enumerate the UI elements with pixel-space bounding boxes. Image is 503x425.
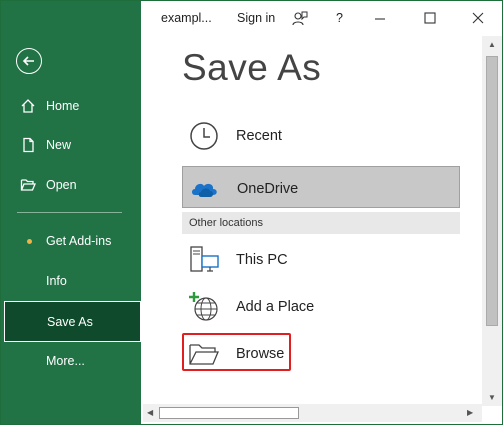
add-globe-icon <box>189 292 218 321</box>
sidebar-item-new[interactable]: New <box>1 125 141 165</box>
file-name: exampl... <box>161 11 212 25</box>
save-as-pane: exampl... Sign in ? Save As Recent OneDr… <box>141 1 502 424</box>
computer-icon <box>190 246 219 272</box>
sidebar-item-label: Save As <box>47 315 93 329</box>
help-icon[interactable]: ? <box>336 11 343 25</box>
people-help-icon[interactable] <box>291 10 309 28</box>
location-onedrive[interactable]: OneDrive <box>182 166 460 208</box>
vertical-scroll-thumb[interactable] <box>486 56 498 326</box>
sidebar-item-home[interactable]: Home <box>1 86 141 126</box>
sign-in-link[interactable]: Sign in <box>237 11 275 25</box>
location-label: This PC <box>236 252 288 268</box>
scroll-left-icon[interactable]: ◀ <box>147 408 153 417</box>
back-button[interactable] <box>16 48 42 74</box>
sidebar-item-label: Info <box>46 274 67 288</box>
sidebar-item-info[interactable]: Info <box>1 261 141 301</box>
location-label: Add a Place <box>236 299 315 315</box>
horizontal-scroll-thumb[interactable] <box>159 407 299 419</box>
page-title: Save As <box>182 47 322 88</box>
scroll-down-icon[interactable]: ▼ <box>488 393 496 402</box>
browse-highlight <box>182 333 291 371</box>
sidebar-item-label: Home <box>46 99 80 113</box>
sidebar-divider <box>17 212 122 213</box>
location-this-pc[interactable]: This PC <box>182 238 460 280</box>
minimize-icon[interactable] <box>374 13 386 25</box>
sidebar-item-get-add-ins[interactable]: Get Add-ins <box>1 221 141 261</box>
new-document-icon <box>23 137 34 153</box>
sidebar-item-label: Open <box>46 178 77 192</box>
backstage-sidebar: Home New Open Get Add-ins Info Save As M… <box>1 1 141 424</box>
maximize-icon[interactable] <box>424 12 436 24</box>
close-icon[interactable] <box>472 12 484 24</box>
location-label: OneDrive <box>237 181 299 197</box>
location-label: Recent <box>236 128 282 144</box>
sidebar-item-label: Get Add-ins <box>46 234 112 248</box>
dot-icon <box>27 239 32 244</box>
home-icon <box>21 99 35 113</box>
sidebar-item-label: More... <box>46 354 85 368</box>
horizontal-scrollbar[interactable]: ◀ ▶ <box>143 404 482 422</box>
open-folder-icon <box>20 179 36 191</box>
sidebar-item-label: New <box>46 138 72 152</box>
clock-icon <box>190 122 218 150</box>
location-add-a-place[interactable]: Add a Place <box>182 285 460 327</box>
vertical-scrollbar[interactable]: ▲ ▼ <box>482 36 502 406</box>
scroll-right-icon[interactable]: ▶ <box>467 408 473 417</box>
sidebar-item-more[interactable]: More... <box>1 341 141 381</box>
other-locations-header: Other locations <box>182 212 460 234</box>
back-arrow-icon <box>22 56 34 66</box>
scroll-up-icon[interactable]: ▲ <box>488 40 496 49</box>
sidebar-item-save-as[interactable]: Save As <box>4 301 141 342</box>
sidebar-item-open[interactable]: Open <box>1 165 141 205</box>
location-recent[interactable]: Recent <box>182 114 460 156</box>
onedrive-cloud-icon <box>192 183 217 197</box>
